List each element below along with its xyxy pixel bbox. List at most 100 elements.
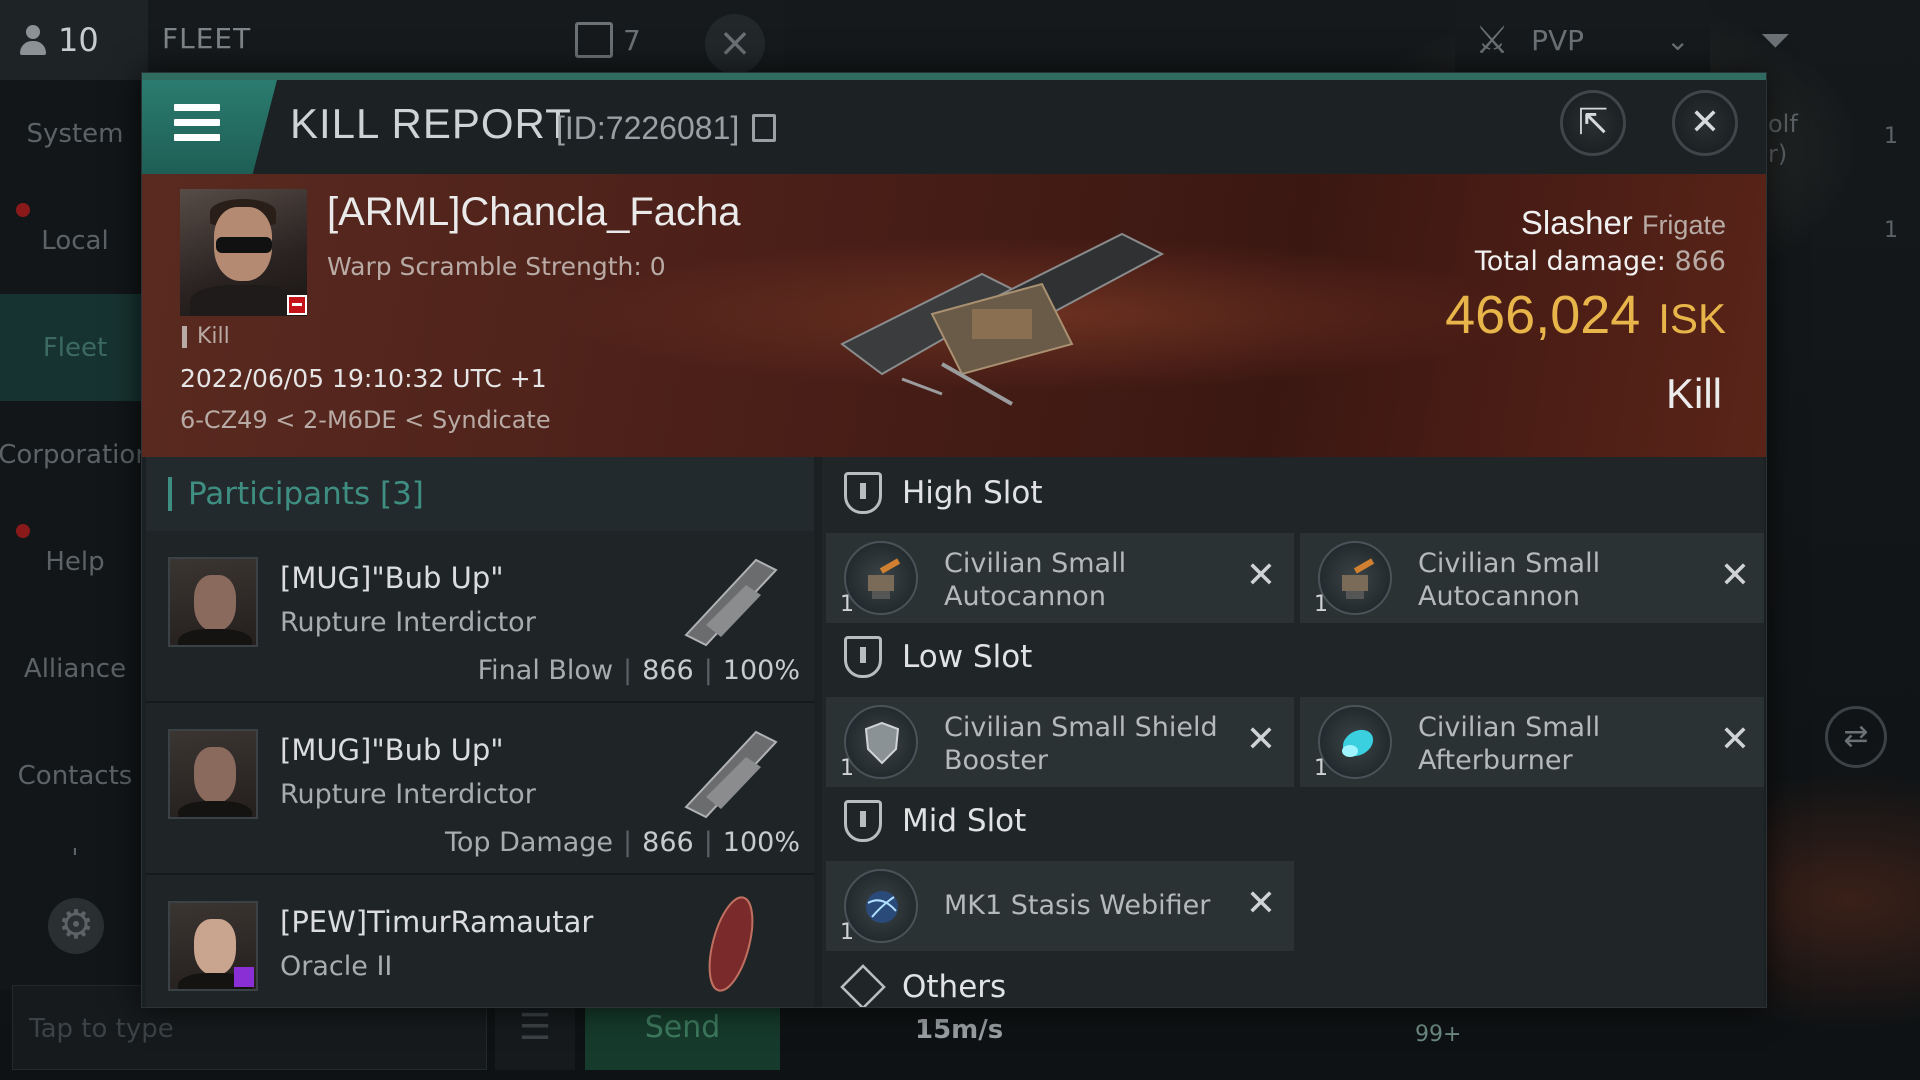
side-text-1: olf — [1768, 110, 1798, 138]
victim-banner: [ARML]Chancla_Facha Warp Scramble Streng… — [142, 174, 1766, 457]
shield-slot-icon — [844, 472, 882, 514]
pvp-label: PVP — [1531, 23, 1585, 57]
status-badge — [234, 967, 254, 987]
crossed-swords-icon: ⚔ — [1475, 18, 1510, 62]
participant-ship: Oracle II — [280, 951, 393, 982]
kill-report-modal: KILL REPORT [ID:7226081] ⇱ ✕ [ARML]Chanc… — [141, 72, 1767, 1008]
participant-avatar[interactable] — [168, 901, 258, 991]
total-damage-value: 866 — [1674, 246, 1726, 277]
security-status-badge — [287, 295, 307, 315]
gear-icon[interactable]: ⚙ — [48, 898, 104, 954]
side-text-2: r) — [1768, 140, 1788, 168]
fleet-top-bar: 10 FLEET 7 × — [0, 0, 785, 80]
nav-fleet[interactable]: Fleet — [0, 294, 150, 401]
participant-role: Final Blow — [477, 655, 614, 686]
menu-icon — [174, 104, 220, 144]
remove-x-icon[interactable]: ✕ — [1246, 719, 1276, 760]
participant-ship-image — [684, 730, 778, 819]
filter-icon[interactable]: ⏷ — [1760, 18, 1790, 63]
remove-x-icon[interactable]: ✕ — [1246, 555, 1276, 596]
mid-slot-label: Mid Slot — [902, 803, 1027, 839]
participant-ship-image — [684, 558, 778, 647]
participant-stats: Top Damage | 866 | 100% — [444, 827, 800, 858]
participants-panel: Participants [3] [MUG]"Bub Up" Rupture I… — [146, 457, 814, 1007]
nav-corporation[interactable]: Corporation — [0, 401, 152, 508]
low-slot-header: Low Slot — [822, 621, 1032, 693]
copy-icon[interactable] — [752, 114, 776, 142]
swap-control[interactable]: ⇄ — [1825, 706, 1887, 768]
notification-dot — [16, 524, 30, 538]
close-button[interactable]: ✕ — [1672, 90, 1738, 156]
participant-row[interactable]: [MUG]"Bub Up" Rupture Interdictor Top Da… — [146, 703, 814, 875]
shield-slot-icon — [844, 636, 882, 678]
menu-button[interactable] — [142, 80, 277, 174]
fleet-count: 7 — [623, 23, 641, 57]
kill-id: [ID:7226081] — [556, 110, 740, 146]
side-navigation: System Local Fleet Corporation Help Alli… — [0, 80, 152, 990]
nav-contacts[interactable]: Contacts — [0, 722, 150, 829]
participant-percent: 100% — [722, 827, 800, 858]
low-slot-label: Low Slot — [902, 639, 1033, 675]
ship-class: Frigate — [1641, 210, 1726, 240]
nav-alliance[interactable]: Alliance — [0, 615, 150, 722]
shield-slot-icon — [844, 800, 882, 842]
close-icon: ✕ — [1689, 102, 1721, 143]
module-quantity: 1 — [1314, 592, 1328, 617]
kill-datetime: 2022/06/05 19:10:32 UTC +1 — [180, 364, 547, 393]
fleet-close-button[interactable]: × — [705, 14, 765, 74]
share-button[interactable]: ⇱ — [1560, 90, 1626, 156]
player-count[interactable]: 10 — [0, 0, 148, 80]
nav-help[interactable]: Help — [0, 508, 150, 615]
participant-ship-image — [708, 896, 754, 992]
participant-stats: Final Blow | 866 | 100% — [477, 655, 800, 686]
total-damage: Total damage: 866 — [1475, 246, 1726, 277]
module-quantity: 1 — [840, 756, 854, 781]
victim-name[interactable]: [ARML]Chancla_Facha — [327, 190, 741, 235]
participants-header: Participants [3] — [146, 457, 814, 531]
participant-row[interactable]: [PEW]TimurRamautar Oracle II — [146, 875, 814, 1007]
participant-avatar[interactable] — [168, 557, 258, 647]
module-quantity: 1 — [840, 592, 854, 617]
remove-x-icon[interactable]: ✕ — [1720, 719, 1750, 760]
remove-x-icon[interactable]: ✕ — [1246, 883, 1276, 924]
notification-dot — [16, 203, 30, 217]
fleet-messages[interactable]: 7 — [575, 22, 641, 58]
pvp-selector[interactable]: ⚔ PVP ⌄ — [1455, 0, 1710, 80]
afterburner-icon — [1318, 705, 1392, 779]
kill-location: 6-CZ49 < 2-M6DE < Syndicate — [180, 406, 551, 434]
module-card[interactable]: 1 Civilian Small Autocannon ✕ — [1300, 533, 1764, 623]
participant-ship: Rupture Interdictor — [280, 779, 536, 810]
nav-system[interactable]: System — [0, 80, 150, 187]
module-name: Civilian Small Shield Booster — [944, 712, 1218, 776]
participant-name[interactable]: [MUG]"Bub Up" — [280, 733, 504, 767]
participant-damage: 866 — [642, 827, 694, 858]
module-card[interactable]: 1 Civilian Small Shield Booster ✕ — [826, 697, 1294, 787]
participant-avatar[interactable] — [168, 729, 258, 819]
remove-x-icon[interactable]: ✕ — [1720, 555, 1750, 596]
nav-more[interactable]: ' — [0, 829, 150, 889]
isk-amount: 466,024 — [1445, 285, 1641, 345]
participant-ship: Rupture Interdictor — [280, 607, 536, 638]
module-card[interactable]: 1 Civilian Small Autocannon ✕ — [826, 533, 1294, 623]
side-count-2: 1 — [1884, 218, 1898, 243]
module-card[interactable]: 1 MK1 Stasis Webifier ✕ — [826, 861, 1294, 951]
modal-header: KILL REPORT [ID:7226081] ⇱ ✕ — [142, 80, 1766, 174]
fleet-label: FLEET — [162, 22, 252, 55]
participant-name[interactable]: [MUG]"Bub Up" — [280, 561, 504, 595]
module-card[interactable]: 1 Civilian Small Afterburner ✕ — [1300, 697, 1764, 787]
nav-local[interactable]: Local — [0, 187, 150, 294]
participant-name[interactable]: [PEW]TimurRamautar — [280, 905, 593, 939]
isk-value: 466,024 ISK — [1445, 284, 1726, 346]
warp-scramble-strength: Warp Scramble Strength: 0 — [327, 252, 666, 281]
total-damage-label: Total damage: — [1474, 246, 1666, 277]
kill-tag: Kill — [182, 326, 230, 348]
high-slot-header: High Slot — [822, 457, 1043, 529]
person-icon — [18, 23, 48, 57]
module-name: Civilian Small Afterburner — [1418, 712, 1601, 776]
ship-name[interactable]: Slasher — [1521, 204, 1633, 241]
module-quantity: 1 — [1314, 756, 1328, 781]
cube-icon — [840, 964, 886, 1007]
participants-label: Participants — [188, 476, 371, 512]
participant-row[interactable]: [MUG]"Bub Up" Rupture Interdictor Final … — [146, 531, 814, 703]
others-header: Others — [822, 951, 1006, 1007]
